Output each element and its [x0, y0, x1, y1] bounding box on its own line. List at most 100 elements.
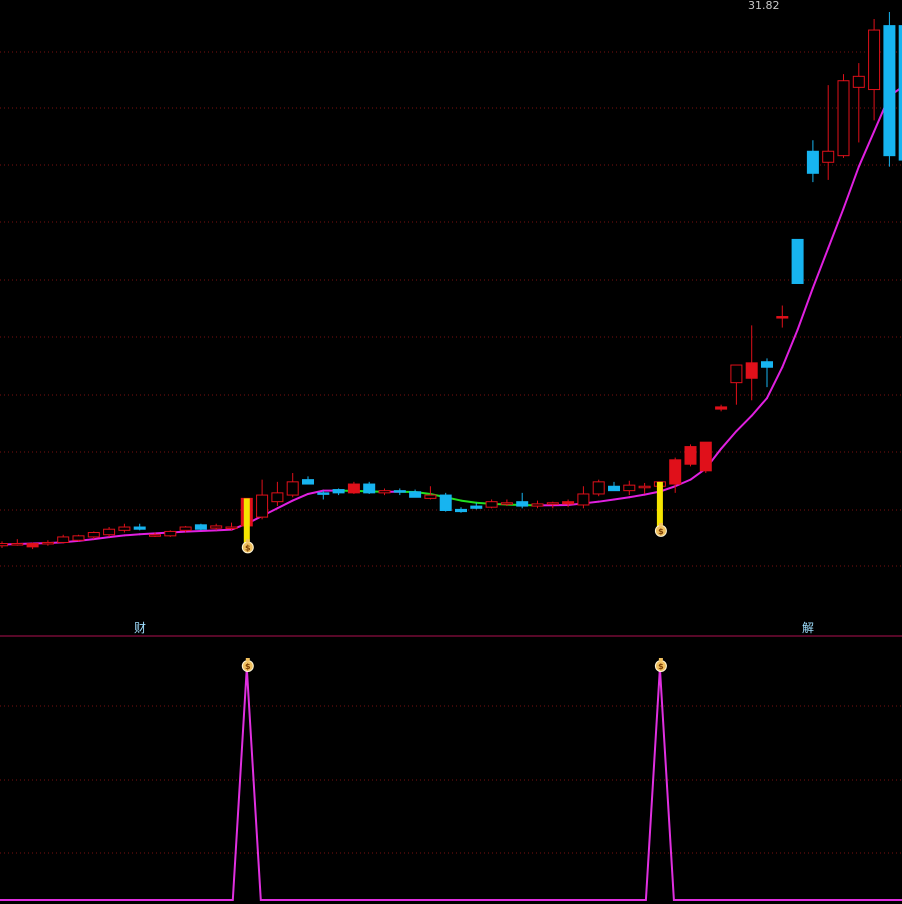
candle [699, 441, 712, 474]
candle [363, 481, 376, 494]
ma-segment [123, 533, 141, 537]
candle [684, 444, 697, 467]
ma-segment [720, 430, 738, 450]
candle [133, 523, 146, 531]
candle [837, 74, 850, 158]
candle-body [87, 532, 100, 538]
ma-segment [766, 366, 784, 400]
candle [608, 481, 620, 492]
candle [730, 364, 743, 405]
ma-segment [781, 328, 799, 369]
candle-body [608, 485, 620, 492]
ma-segment [628, 493, 646, 499]
candle [11, 539, 24, 546]
ma-segment [613, 496, 631, 501]
candle [164, 530, 177, 537]
candle-body [225, 526, 238, 530]
ma-segment [92, 536, 111, 541]
candle-body [103, 528, 116, 536]
candle-body [363, 483, 376, 494]
price-gridlines [0, 51, 902, 854]
candle [715, 404, 728, 412]
candle [57, 534, 70, 544]
candle-body [332, 489, 345, 494]
candle-body [439, 494, 452, 511]
candle-body [164, 530, 177, 537]
candle [761, 358, 773, 388]
money-bag-icon: $ [654, 658, 667, 672]
ma-segment [750, 397, 768, 417]
candle-body [347, 483, 360, 494]
candle [806, 140, 819, 183]
candlestick-series [0, 11, 902, 550]
candle-body [0, 543, 8, 547]
candle-body [470, 505, 483, 509]
candle-body [455, 508, 467, 513]
candle-body [149, 534, 161, 537]
ma-segment [184, 529, 202, 533]
candle [776, 305, 789, 328]
ma-segment [842, 165, 860, 210]
candle-body [179, 526, 192, 531]
candle-body [822, 150, 835, 163]
ma-segment [199, 529, 218, 532]
candle [41, 540, 54, 546]
candle-body [409, 491, 422, 498]
candle-body [715, 406, 728, 410]
ma-segment [811, 247, 830, 289]
candle [531, 500, 544, 509]
signal-bar [656, 481, 663, 527]
candle [286, 473, 299, 498]
candle-body [133, 526, 146, 530]
candle-body [562, 501, 575, 505]
money-bag-neck [245, 539, 250, 543]
candle [455, 507, 467, 513]
signal-indicator-panel[interactable]: $ $ [0, 658, 902, 901]
candle [409, 489, 422, 498]
candle [0, 541, 8, 548]
candle [516, 492, 529, 509]
ma-segment [796, 286, 814, 331]
candle-body [302, 479, 314, 485]
candle-body [623, 484, 636, 492]
candle-body [11, 543, 24, 546]
stock-chart-canvas: $$ $ $ [0, 11, 902, 901]
money-bag-neck [658, 658, 663, 661]
indicator-label-jie: 解 [802, 621, 815, 635]
candle-body [118, 526, 131, 531]
candle-body [791, 238, 804, 284]
candle [194, 523, 207, 531]
candle-body [684, 446, 697, 465]
money-bag-dollar-sign: $ [658, 527, 664, 536]
candle-body [286, 481, 299, 496]
candle [745, 325, 758, 401]
candle [26, 542, 39, 550]
candle [868, 19, 881, 121]
candle-body [256, 494, 269, 518]
candle-body [317, 492, 330, 495]
ma-segment [460, 499, 478, 504]
indicator-label-cai: 财 [134, 621, 147, 635]
candle [638, 482, 651, 494]
candle [302, 476, 314, 485]
candle-body [485, 501, 498, 508]
candle [852, 63, 865, 143]
candle-body [194, 524, 207, 530]
candle [103, 527, 116, 537]
ma-segment [108, 534, 126, 539]
money-bag-dollar-sign: $ [245, 543, 251, 552]
candle [347, 481, 360, 494]
candle-body [393, 490, 406, 493]
candle-body [868, 29, 881, 91]
candle-body [592, 481, 605, 495]
candle-body [26, 543, 39, 548]
money-bag-neck [245, 658, 250, 661]
money-bag-dollar-sign: $ [658, 662, 664, 671]
candle [256, 479, 269, 520]
candle-body [424, 494, 437, 499]
candle-body [852, 75, 865, 88]
money-bag-dollar-sign: $ [245, 662, 251, 671]
candle-body [745, 362, 758, 379]
candle-body [730, 364, 743, 384]
ma-segment [857, 130, 876, 168]
